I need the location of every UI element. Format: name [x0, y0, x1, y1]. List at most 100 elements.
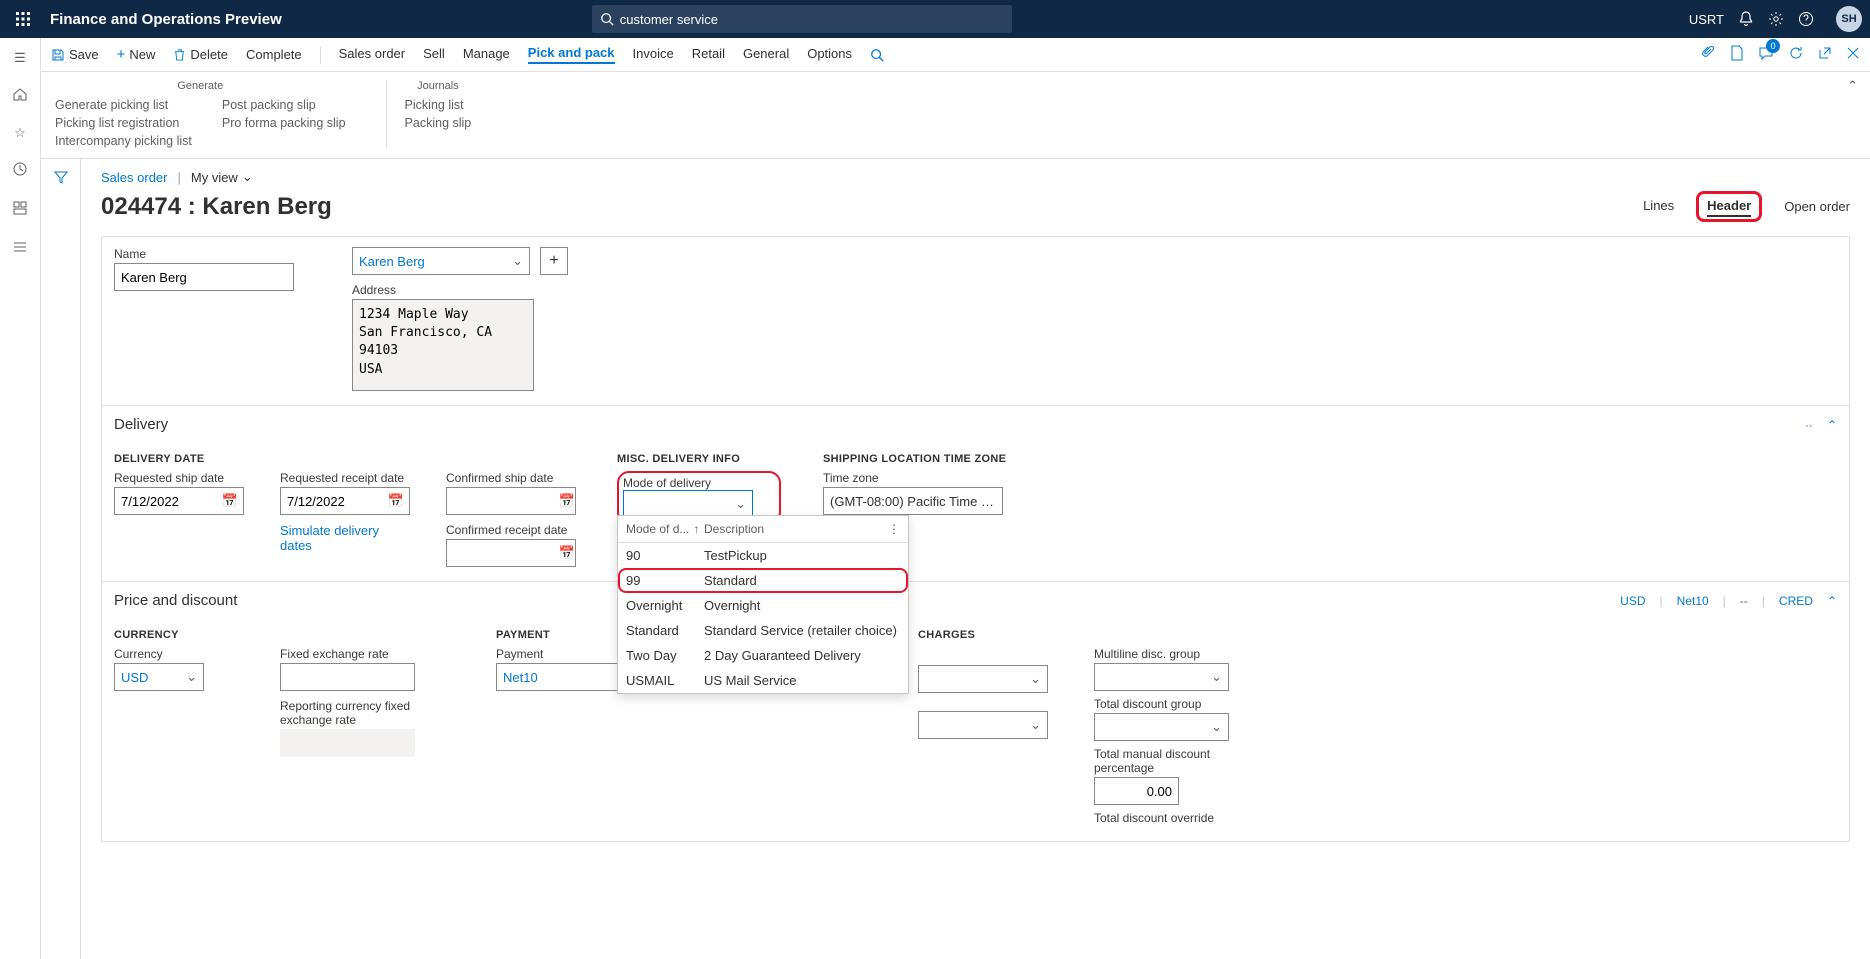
name-label: Name: [114, 247, 294, 261]
post-packing-slip[interactable]: Post packing slip: [222, 98, 346, 112]
collapse-delivery[interactable]: ⌃: [1827, 418, 1837, 432]
add-address-button[interactable]: +: [540, 247, 568, 275]
settings-icon[interactable]: [1768, 11, 1784, 27]
close-icon[interactable]: [1846, 46, 1860, 63]
dd-row[interactable]: OvernightOvernight: [618, 593, 908, 618]
sub-head-generate: Generate: [55, 80, 346, 92]
tag-net10: Net10: [1677, 594, 1709, 608]
badge: 0: [1766, 39, 1780, 53]
save-icon: [51, 48, 65, 62]
delete-button[interactable]: Delete: [173, 47, 228, 62]
page-title: 024474 : Karen Berg: [101, 193, 332, 221]
refresh-icon[interactable]: [1788, 45, 1804, 64]
doc-icon[interactable]: [1730, 45, 1744, 64]
dd-row[interactable]: 90TestPickup: [618, 543, 908, 568]
tab-manage[interactable]: Manage: [463, 46, 510, 63]
dd-row-highlighted[interactable]: 99Standard: [618, 568, 908, 593]
tab-retail[interactable]: Retail: [692, 46, 725, 63]
workspaces-icon[interactable]: [12, 200, 28, 219]
picking-list-reg[interactable]: Picking list registration: [55, 116, 192, 130]
charges-select-2[interactable]: ⌄: [918, 711, 1048, 739]
user-label[interactable]: USRT: [1689, 12, 1724, 27]
section-more[interactable]: ··: [1805, 418, 1813, 432]
chevron-down-icon: ⌄: [512, 253, 523, 269]
left-nav-rail: ☰ ☆: [0, 38, 41, 959]
action-bar: Save +New Delete Complete Sales order Se…: [41, 38, 1870, 72]
modules-icon[interactable]: [12, 239, 28, 258]
filter-icon[interactable]: [53, 169, 69, 959]
delivery-address-select[interactable]: Karen Berg ⌄: [352, 247, 530, 275]
collapse-price[interactable]: ⌃: [1827, 594, 1837, 608]
search-icon: [870, 48, 884, 62]
hamburger-icon[interactable]: ☰: [14, 50, 26, 66]
currency-select[interactable]: USD⌄: [114, 663, 204, 691]
dd-row[interactable]: Two Day2 Day Guaranteed Delivery: [618, 643, 908, 668]
plus-icon: +: [117, 46, 126, 63]
view-selector[interactable]: My view ⌄: [191, 169, 253, 185]
mode-of-delivery-select[interactable]: ⌄: [623, 490, 753, 518]
attach-icon[interactable]: [1700, 45, 1716, 64]
sub-head-journals: Journals: [405, 80, 472, 92]
journal-packing-slip[interactable]: Packing slip: [405, 116, 472, 130]
recent-icon[interactable]: [12, 161, 28, 180]
tab-general[interactable]: General: [743, 46, 789, 63]
calendar-icon[interactable]: 📅: [388, 493, 404, 509]
search-icon: [600, 12, 614, 26]
waffle-icon: [16, 12, 30, 26]
notifications-icon[interactable]: [1738, 11, 1754, 27]
sort-asc-icon[interactable]: ↑: [693, 522, 699, 536]
dd-row[interactable]: StandardStandard Service (retailer choic…: [618, 618, 908, 643]
view-tab-lines[interactable]: Lines: [1643, 198, 1674, 215]
breadcrumb-link[interactable]: Sales order: [101, 170, 167, 185]
tag-usd: USD: [1620, 594, 1645, 608]
action-search[interactable]: [870, 48, 884, 62]
tab-pick-and-pack[interactable]: Pick and pack: [528, 45, 615, 64]
tab-invoice[interactable]: Invoice: [633, 46, 674, 63]
charges-select-1[interactable]: ⌄: [918, 665, 1048, 693]
popout-icon[interactable]: [1818, 46, 1832, 63]
gen-picking-list[interactable]: Generate picking list: [55, 98, 192, 112]
name-input[interactable]: [114, 263, 294, 291]
messages-icon[interactable]: 0: [1758, 45, 1774, 64]
conf-ship-date[interactable]: [446, 487, 576, 515]
home-icon[interactable]: [12, 86, 28, 105]
new-button[interactable]: +New: [117, 46, 156, 63]
fx-rate-input[interactable]: [280, 663, 415, 691]
favorites-icon[interactable]: ☆: [14, 125, 26, 141]
calendar-icon[interactable]: 📅: [559, 545, 575, 561]
simulate-dates-link[interactable]: Simulate delivery dates: [280, 523, 410, 553]
help-icon[interactable]: [1798, 11, 1814, 27]
header-highlight: Header: [1696, 191, 1762, 222]
chevron-down-icon: ⌄: [186, 669, 197, 685]
search-input[interactable]: [620, 12, 1004, 27]
app-title: Finance and Operations Preview: [50, 11, 282, 28]
address-text[interactable]: [352, 299, 534, 391]
journal-picking-list[interactable]: Picking list: [405, 98, 472, 112]
conf-receipt-date[interactable]: [446, 539, 576, 567]
global-search[interactable]: [592, 5, 1012, 33]
save-button[interactable]: Save: [51, 47, 99, 62]
delivery-section-head[interactable]: Delivery ·· ⌃: [102, 405, 1849, 443]
customer-card: Name Karen Berg ⌄ +: [101, 236, 1850, 842]
total-disc-select[interactable]: ⌄: [1094, 713, 1229, 741]
multiline-disc-select[interactable]: ⌄: [1094, 663, 1229, 691]
complete-button[interactable]: Complete: [246, 47, 302, 62]
total-manual-disc-input[interactable]: [1094, 777, 1179, 805]
timezone-select[interactable]: (GMT-08:00) Pacific Time (US & ...: [823, 487, 1003, 515]
dd-row[interactable]: USMAILUS Mail Service: [618, 668, 908, 693]
pro-forma-packing-slip[interactable]: Pro forma packing slip: [222, 116, 346, 130]
chevron-down-icon: ⌄: [735, 496, 746, 512]
dropdown-more[interactable]: ⋮: [888, 522, 900, 536]
tab-sales-order[interactable]: Sales order: [339, 46, 405, 63]
calendar-icon[interactable]: 📅: [222, 493, 238, 509]
tab-sell[interactable]: Sell: [423, 46, 445, 63]
collapse-sub-actions[interactable]: ⌃: [1847, 78, 1858, 94]
app-launcher[interactable]: [8, 12, 38, 26]
chevron-down-icon: ⌄: [242, 169, 253, 185]
intercompany-picking-list[interactable]: Intercompany picking list: [55, 134, 192, 148]
calendar-icon[interactable]: 📅: [559, 493, 575, 509]
view-tab-header[interactable]: Header: [1707, 198, 1751, 217]
price-section-head[interactable]: Price and discount USD | Net10 | -- | CR…: [102, 581, 1849, 619]
user-avatar[interactable]: SH: [1836, 6, 1862, 32]
tab-options[interactable]: Options: [807, 46, 852, 63]
